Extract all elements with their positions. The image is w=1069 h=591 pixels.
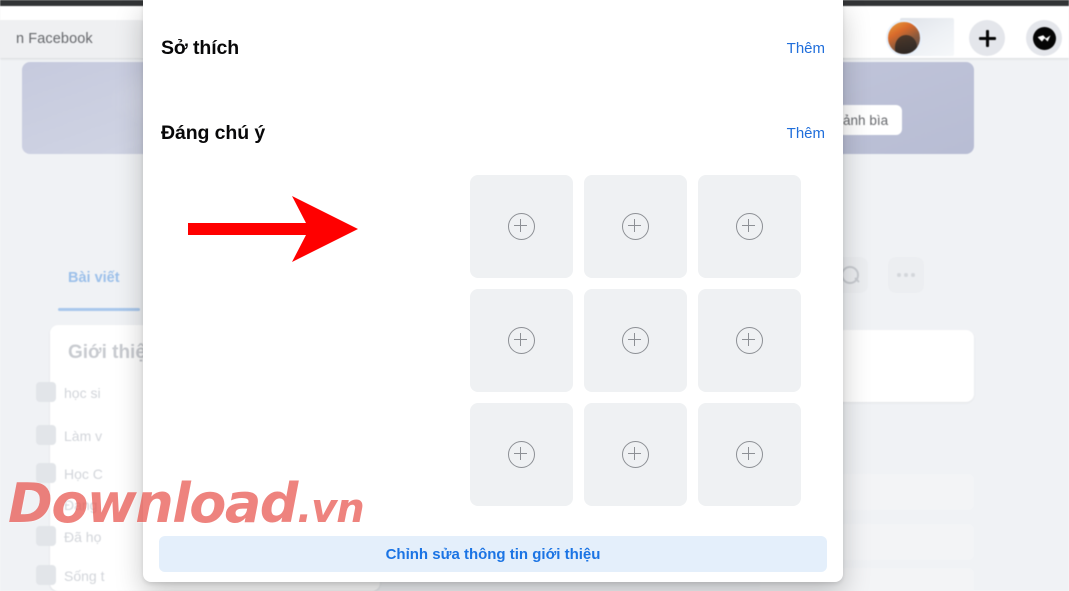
plus-circle-icon — [508, 327, 535, 354]
edit-intro-button[interactable]: Chỉnh sửa thông tin giới thiệu — [159, 536, 827, 572]
graduation-icon — [36, 463, 56, 483]
work-icon — [36, 425, 56, 445]
tab-active-indicator — [58, 308, 140, 311]
home-icon — [36, 565, 56, 585]
plus-circle-icon — [508, 441, 535, 468]
plus-circle-icon — [622, 327, 649, 354]
featured-tile-7[interactable] — [470, 403, 573, 506]
edit-profile-modal: Sở thích Thêm Đáng chú ý Thêm Chỉnh sửa … — [143, 0, 843, 582]
plus-circle-icon — [736, 441, 763, 468]
add-interests-link[interactable]: Thêm — [787, 40, 825, 57]
tab-posts[interactable]: Bài viết — [68, 270, 120, 286]
featured-tile-1[interactable] — [470, 175, 573, 278]
section-title-featured: Đáng chú ý — [161, 122, 266, 144]
section-interests: Sở thích Thêm — [143, 37, 843, 60]
intro-list-item: Làm v — [36, 425, 102, 445]
intro-list-item: Đang — [64, 497, 98, 513]
plus-circle-icon — [736, 213, 763, 240]
messenger-icon — [1032, 26, 1056, 50]
intro-list-item: Học C — [36, 463, 103, 483]
section-featured: Đáng chú ý Thêm — [143, 122, 843, 145]
add-featured-link[interactable]: Thêm — [787, 125, 825, 142]
intro-list-item: học si — [36, 382, 101, 402]
profile-more-button[interactable] — [888, 257, 924, 293]
plus-circle-icon — [622, 441, 649, 468]
featured-tile-2[interactable] — [584, 175, 687, 278]
plus-circle-icon — [508, 213, 535, 240]
intro-list-item: Sống t — [36, 565, 104, 585]
ellipsis-icon — [897, 273, 915, 277]
edit-intro-button-label: Chỉnh sửa thông tin giới thiệu — [385, 545, 601, 563]
search-input[interactable]: n Facebook — [0, 20, 158, 58]
featured-tile-grid — [470, 175, 801, 506]
avatar[interactable] — [886, 20, 922, 56]
search-icon — [841, 266, 859, 284]
featured-tile-9[interactable] — [698, 403, 801, 506]
intro-list-item: Đã họ — [36, 526, 101, 546]
plus-circle-icon — [736, 327, 763, 354]
featured-tile-4[interactable] — [470, 289, 573, 392]
plus-circle-icon — [622, 213, 649, 240]
plus-icon — [978, 29, 996, 47]
featured-tile-3[interactable] — [698, 175, 801, 278]
featured-tile-5[interactable] — [584, 289, 687, 392]
section-title-interests: Sở thích — [161, 37, 240, 59]
featured-tile-8[interactable] — [584, 403, 687, 506]
messenger-button[interactable] — [1026, 20, 1062, 56]
create-button[interactable] — [969, 20, 1005, 56]
school-icon — [36, 382, 56, 402]
graduation-icon — [36, 526, 56, 546]
featured-tile-6[interactable] — [698, 289, 801, 392]
screenshot-root: n Facebook sửa ảnh bìa Bài viết Giới thi… — [0, 0, 1069, 591]
